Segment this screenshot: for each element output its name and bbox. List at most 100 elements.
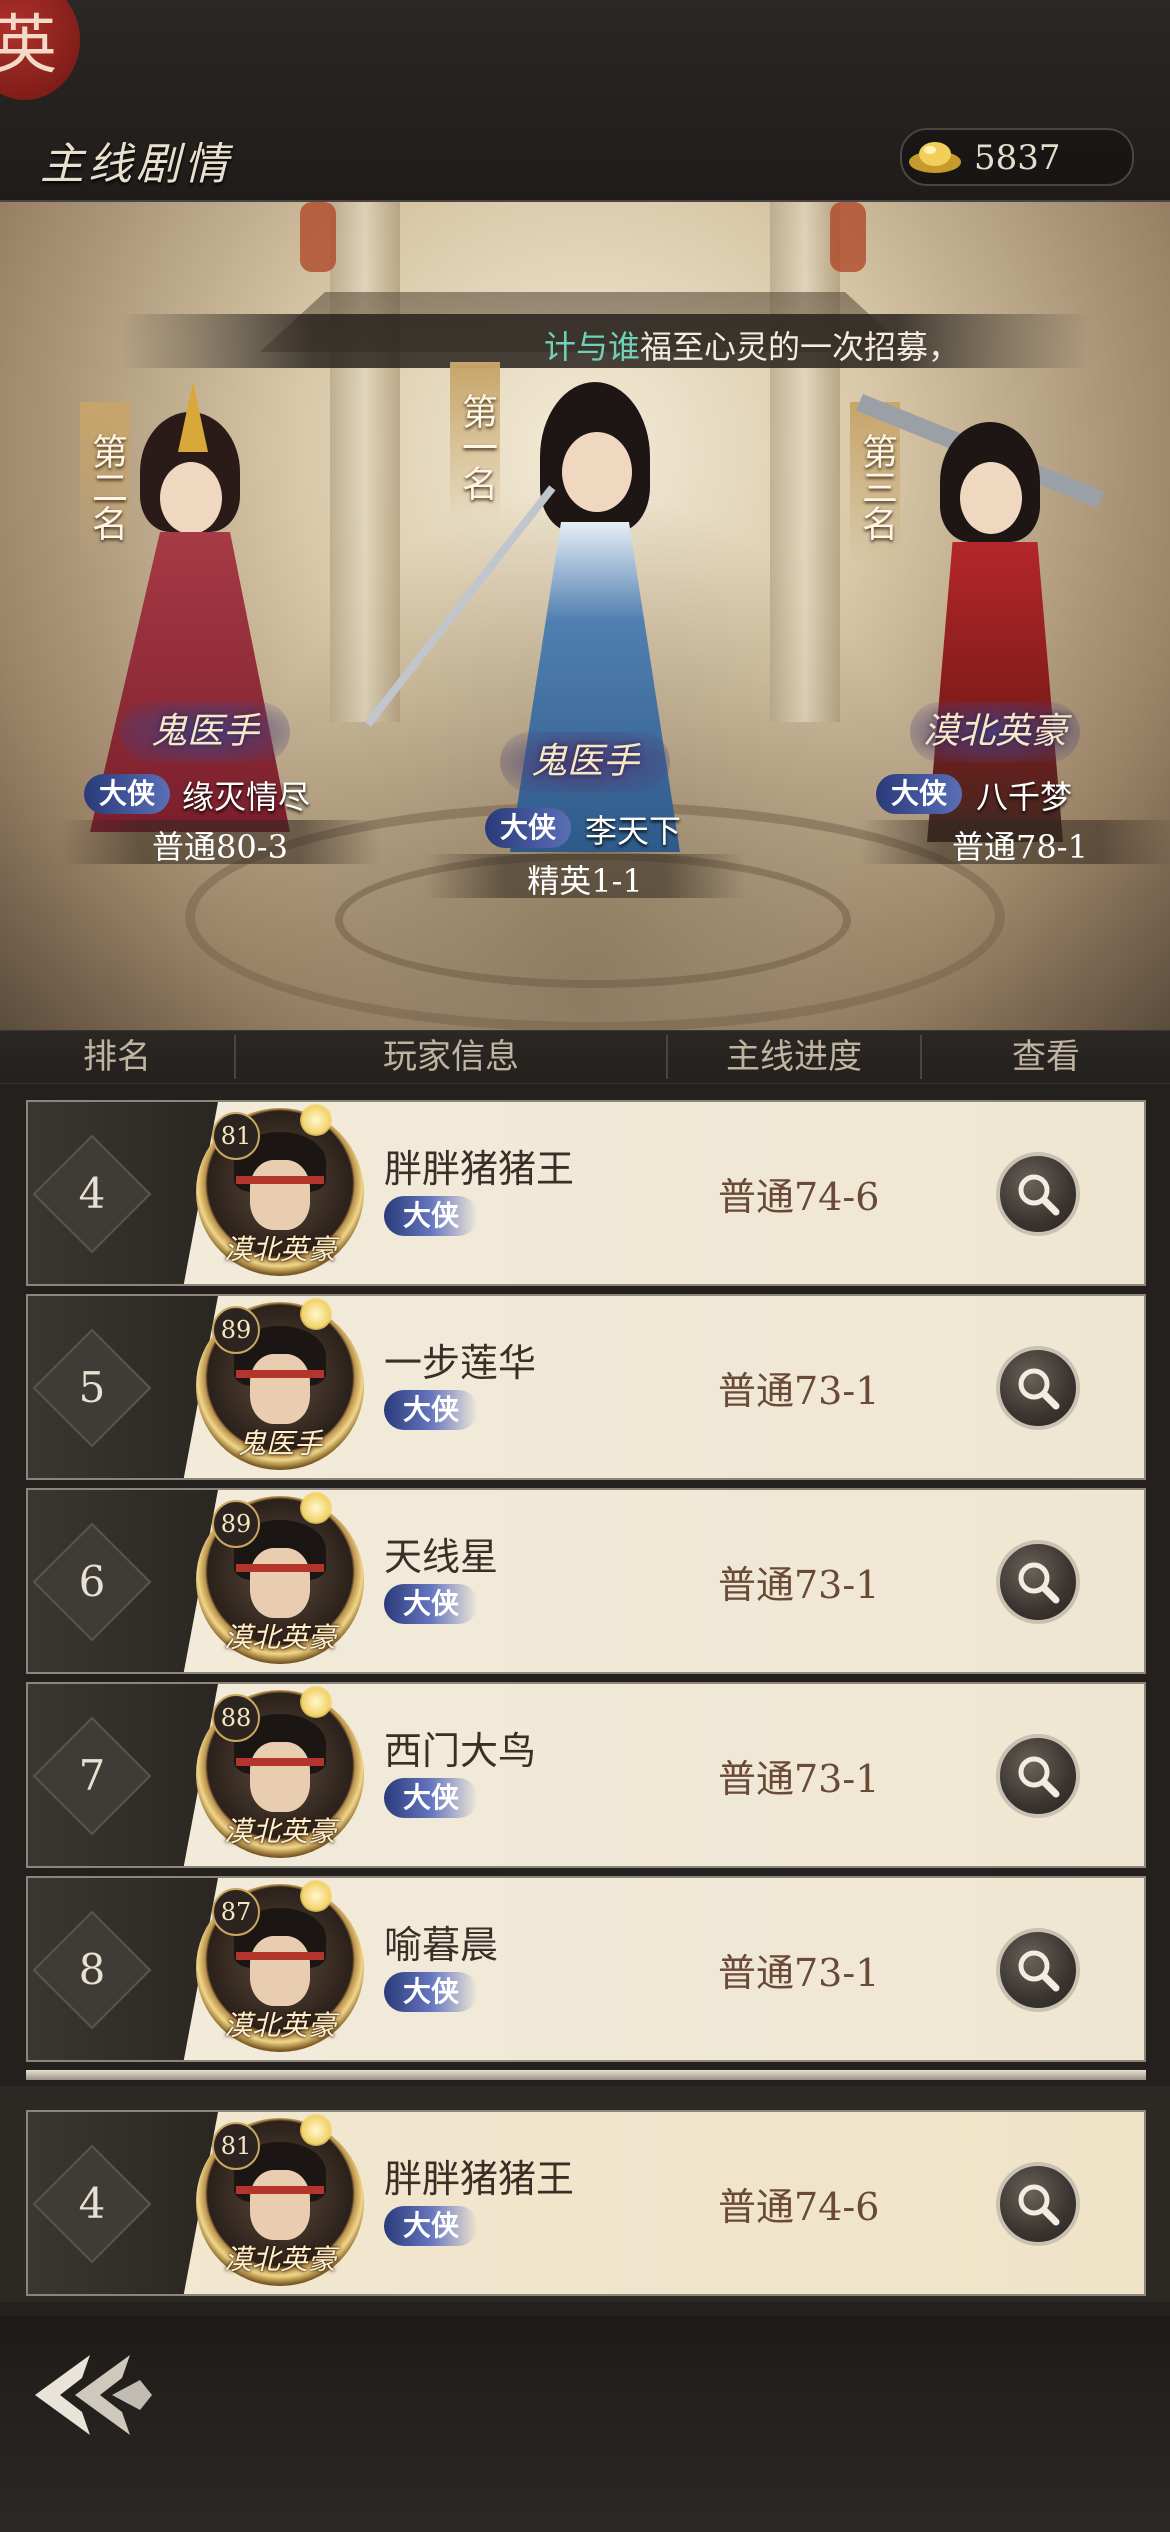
- view-button[interactable]: [996, 1734, 1080, 1818]
- rank-number: 7: [78, 1751, 106, 1800]
- title-badge: 大侠: [384, 1584, 478, 1624]
- rank-cell: 5: [28, 1296, 218, 1478]
- guild-emblem: 漠北英豪: [223, 1233, 336, 1266]
- view-button[interactable]: [996, 1346, 1080, 1430]
- magnifier-icon: [1018, 1950, 1060, 1992]
- rank-cell: 6: [28, 1490, 218, 1672]
- player-name: 一步莲华: [384, 1341, 537, 1385]
- magnifier-icon: [1018, 1756, 1060, 1798]
- level-badge: 87: [212, 1888, 260, 1936]
- sun-ornament-icon: [300, 1492, 332, 1524]
- lantern-decoration: [300, 202, 336, 272]
- back-arrow-icon[interactable]: [20, 2340, 170, 2450]
- page-title: 主线剧情: [40, 139, 232, 190]
- rank-number: 5: [78, 1363, 106, 1412]
- magnifier-icon: [1018, 1174, 1060, 1216]
- rank-number: 8: [78, 1945, 106, 1994]
- rank-cell: 8: [28, 1878, 218, 2060]
- bottom-bar: [0, 2316, 1170, 2532]
- top-three-podium: 计与谁福至心灵的一次招募， 第一名 鬼医手 大侠 李天下 精英1-1 第二名 鬼…: [0, 202, 1170, 1032]
- table-row[interactable]: 7 88 漠北英豪 西门大鸟 大侠 普通73-1: [26, 1682, 1146, 1868]
- rank-1-progress: 精英1-1: [527, 862, 643, 900]
- table-row[interactable]: 4 81 漠北英豪 胖胖猪猪王 大侠 普通74-6: [26, 1100, 1146, 1286]
- rank-1-title-badge: 大侠: [485, 808, 571, 848]
- progress-text: 普通74-6: [718, 1175, 880, 1219]
- rank-1-guild-emblem: 鬼医手: [500, 732, 670, 792]
- magnifier-icon: [1018, 2184, 1060, 2226]
- player-name: 胖胖猪猪王: [384, 2157, 575, 2201]
- level-badge: 88: [212, 1694, 260, 1742]
- rank-number: 4: [78, 2179, 106, 2228]
- guild-emblem: 鬼医手: [237, 1427, 322, 1460]
- lantern-decoration: [830, 202, 866, 272]
- header-view: 查看: [1012, 1037, 1080, 1077]
- avatar[interactable]: 89 漠北英豪: [196, 1492, 364, 1664]
- announcement-player-name: 计与谁: [543, 328, 640, 366]
- background-pillar: [770, 202, 840, 722]
- player-name: 西门大鸟: [384, 1729, 537, 1773]
- rank-2-guild-emblem: 鬼医手: [120, 702, 290, 762]
- sun-ornament-icon: [300, 2114, 332, 2146]
- sun-ornament-icon: [300, 1880, 332, 1912]
- announcement-banner: 计与谁福至心灵的一次招募，: [120, 314, 1090, 368]
- rank-3-progress: 普通78-1: [952, 828, 1088, 866]
- table-row[interactable]: 6 89 漠北英豪 天线星 大侠 普通73-1: [26, 1488, 1146, 1674]
- top-bar: 英 主线剧情 5837: [0, 0, 1170, 202]
- table-row[interactable]: 8 87 漠北英豪 喻暮晨 大侠 普通73-1: [26, 1876, 1146, 2062]
- header-player-info: 玩家信息: [383, 1037, 519, 1077]
- currency-display[interactable]: 5837: [900, 128, 1134, 186]
- avatar[interactable]: 81 漠北英豪: [196, 1104, 364, 1276]
- rank-2-player-name: 缘灭情尽: [182, 778, 311, 816]
- rank-2-info[interactable]: 大侠 缘灭情尽 普通80-3: [60, 768, 380, 868]
- rank-cell: 7: [28, 1684, 218, 1866]
- guild-emblem: 漠北英豪: [223, 2009, 336, 2042]
- ranking-table-header: 排名 玩家信息 主线进度 查看: [0, 1030, 1170, 1084]
- rank-cell: 4: [28, 2112, 218, 2294]
- table-row[interactable]: 5 89 鬼医手 一步莲华 大侠 普通73-1: [26, 1294, 1146, 1480]
- rank-3-player-name: 八千梦: [976, 778, 1073, 816]
- guild-emblem: 漠北英豪: [223, 1621, 336, 1654]
- sun-ornament-icon: [300, 1686, 332, 1718]
- rank-2-title-badge: 大侠: [84, 774, 170, 814]
- title-badge: 大侠: [384, 1972, 478, 2012]
- level-badge: 81: [212, 1112, 260, 1160]
- player-name: 天线星: [384, 1535, 499, 1579]
- view-button[interactable]: [996, 1152, 1080, 1236]
- progress-text: 普通73-1: [718, 1563, 880, 1607]
- guild-emblem: 漠北英豪: [223, 1815, 336, 1848]
- level-badge: 89: [212, 1500, 260, 1548]
- rank-3-title-badge: 大侠: [876, 774, 962, 814]
- list-scroll-edge: [26, 2070, 1146, 2080]
- table-row[interactable]: 4 81 漠北英豪 胖胖猪猪王 大侠 普通74-6: [26, 2110, 1146, 2296]
- title-badge: 大侠: [384, 1778, 478, 1818]
- view-button[interactable]: [996, 1540, 1080, 1624]
- magnifier-icon: [1018, 1562, 1060, 1604]
- progress-text: 普通73-1: [718, 1951, 880, 1995]
- title-badge: 大侠: [384, 2206, 478, 2246]
- rank-cell: 4: [28, 1102, 218, 1284]
- progress-text: 普通73-1: [718, 1369, 880, 1413]
- rank-1-player-name: 李天下: [585, 812, 682, 850]
- header-rank: 排名: [83, 1037, 151, 1077]
- view-button[interactable]: [996, 1928, 1080, 2012]
- sun-ornament-icon: [300, 1104, 332, 1136]
- rank-2-progress: 普通80-3: [152, 828, 288, 866]
- level-badge: 81: [212, 2122, 260, 2170]
- announcement-text: 福至心灵的一次招募，: [639, 328, 960, 366]
- view-button[interactable]: [996, 2162, 1080, 2246]
- player-name: 胖胖猪猪王: [384, 1147, 575, 1191]
- magnifier-icon: [1018, 1368, 1060, 1410]
- rank-number: 6: [78, 1557, 106, 1606]
- currency-value: 5837: [974, 138, 1061, 178]
- avatar[interactable]: 88 漠北英豪: [196, 1686, 364, 1858]
- avatar[interactable]: 81 漠北英豪: [196, 2114, 364, 2286]
- rank-3-info[interactable]: 大侠 八千梦 普通78-1: [860, 768, 1170, 868]
- rank-1-info[interactable]: 大侠 李天下 精英1-1: [425, 802, 745, 902]
- avatar[interactable]: 89 鬼医手: [196, 1298, 364, 1470]
- gold-ingot-icon: [909, 142, 961, 173]
- header-progress: 主线进度: [726, 1037, 862, 1077]
- guild-emblem: 漠北英豪: [223, 2243, 336, 2276]
- level-badge: 89: [212, 1306, 260, 1354]
- avatar[interactable]: 87 漠北英豪: [196, 1880, 364, 2052]
- sun-ornament-icon: [300, 1298, 332, 1330]
